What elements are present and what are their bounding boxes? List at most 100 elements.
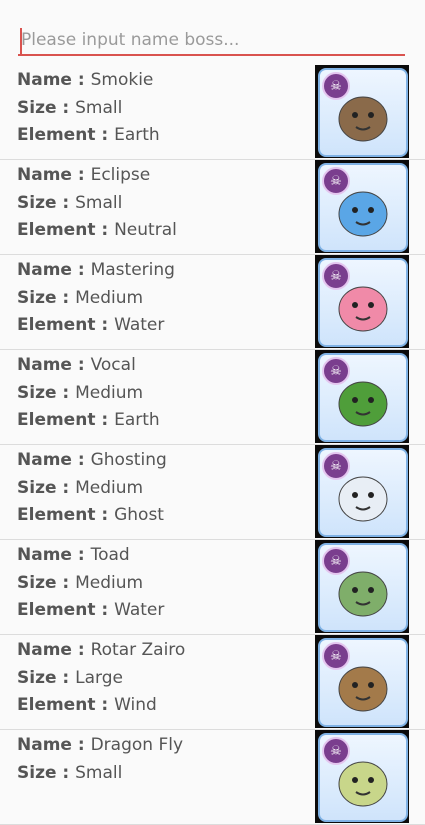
- boss-size-value: Medium: [75, 572, 144, 593]
- boss-name-line: Name : Ghosting: [17, 447, 167, 475]
- boss-info: Name : Mastering Size : Medium Element : W…: [17, 257, 175, 340]
- boss-size-value: Small: [75, 97, 123, 118]
- boss-info: Name : Eclipse Size : Small Element : Neut…: [17, 162, 177, 245]
- label-separator: :: [71, 260, 91, 280]
- boss-element-value: Water: [114, 315, 165, 335]
- search-input[interactable]: [18, 26, 405, 56]
- label-separator: :: [71, 545, 91, 565]
- boss-element-line: Element : Neutral: [17, 217, 177, 245]
- boss-size-label: Size: [17, 287, 57, 308]
- boss-size-label: Size: [17, 382, 57, 403]
- mvp-skull-badge-icon: ☠: [322, 547, 350, 575]
- boss-list-item[interactable]: Name : Ghosting Size : Medium Element : Gh…: [0, 445, 425, 540]
- boss-name-label: Name: [17, 70, 72, 90]
- boss-element-label: Element: [17, 125, 96, 145]
- thumbnail-frame: ☠: [318, 543, 408, 632]
- boss-size-line: Size : Medium: [17, 380, 160, 408]
- thumbnail-frame: ☠: [318, 638, 408, 727]
- mvp-skull-badge-icon: ☠: [322, 72, 350, 100]
- boss-info: Name : Vocal Size : Medium Element : Earth: [17, 352, 160, 435]
- boss-size-label: Size: [17, 477, 57, 498]
- boss-list-item[interactable]: Name : Smokie Size : Small Element : Earth…: [0, 65, 425, 160]
- label-separator: :: [71, 355, 91, 375]
- boss-size-value: Large: [75, 667, 123, 688]
- boss-thumbnail[interactable]: ☠: [315, 445, 409, 538]
- label-separator: :: [56, 762, 76, 783]
- boss-name-value: Rotar Zairo: [90, 640, 186, 660]
- boss-size-line: Size : Small: [17, 190, 177, 218]
- boss-info: Name : Ghosting Size : Medium Element : Gh…: [17, 447, 167, 530]
- boss-info: Name : Smokie Size : Small Element : Earth: [17, 67, 160, 150]
- boss-size-line: Size : Large: [17, 665, 185, 693]
- boss-name-line: Name : Vocal: [17, 352, 160, 380]
- boss-size-label: Size: [17, 572, 57, 593]
- boss-element-label: Element: [17, 410, 96, 430]
- boss-element-value: Water: [114, 600, 165, 620]
- boss-thumbnail[interactable]: ☠: [315, 635, 409, 728]
- boss-name-label: Name: [17, 450, 72, 470]
- label-separator: :: [56, 97, 76, 118]
- boss-element-value: Ghost: [114, 505, 164, 525]
- boss-name-line: Name : Rotar Zairo: [17, 637, 185, 665]
- boss-list-item[interactable]: Name : Toad Size : Medium Element : Water ☠: [0, 540, 425, 635]
- boss-list: Name : Smokie Size : Small Element : Earth…: [0, 65, 425, 825]
- boss-element-value: Wind: [114, 695, 157, 715]
- boss-size-value: Small: [75, 762, 123, 783]
- boss-list-item[interactable]: Name : Eclipse Size : Small Element : Neut…: [0, 160, 425, 255]
- boss-name-line: Name : Mastering: [17, 257, 175, 285]
- boss-thumbnail[interactable]: ☠: [315, 65, 409, 158]
- mvp-skull-badge-icon: ☠: [322, 357, 350, 385]
- boss-element-line: Element : Wind: [17, 692, 185, 720]
- label-separator: :: [56, 572, 76, 593]
- boss-name-value: Mastering: [90, 260, 175, 280]
- label-separator: :: [56, 477, 76, 498]
- boss-size-line: Size : Medium: [17, 475, 167, 503]
- label-separator: :: [56, 192, 76, 213]
- boss-size-line: Size : Medium: [17, 285, 175, 313]
- boss-size-value: Medium: [75, 477, 144, 498]
- boss-element-line: Element : Water: [17, 597, 164, 625]
- boss-element-value: Earth: [114, 125, 160, 145]
- mvp-skull-badge-icon: ☠: [322, 452, 350, 480]
- boss-list-item[interactable]: Name : Vocal Size : Medium Element : Earth…: [0, 350, 425, 445]
- boss-name-label: Name: [17, 735, 72, 755]
- boss-thumbnail[interactable]: ☠: [315, 540, 409, 633]
- boss-list-item[interactable]: Name : Dragon Fly Size : Small ☠: [0, 730, 425, 825]
- boss-thumbnail[interactable]: ☠: [315, 730, 409, 823]
- boss-name-line: Name : Eclipse: [17, 162, 177, 190]
- boss-name-value: Dragon Fly: [90, 735, 184, 755]
- boss-element-line: Element : Earth: [17, 122, 160, 150]
- label-separator: :: [95, 125, 115, 145]
- mvp-skull-badge-icon: ☠: [322, 737, 350, 765]
- boss-name-label: Name: [17, 260, 72, 280]
- label-separator: :: [95, 695, 115, 715]
- label-separator: :: [95, 505, 115, 525]
- boss-size-line: Size : Small: [17, 760, 183, 788]
- boss-thumbnail[interactable]: ☠: [315, 255, 409, 348]
- boss-size-line: Size : Small: [17, 95, 160, 123]
- label-separator: :: [71, 70, 91, 90]
- boss-element-line: Element : Ghost: [17, 502, 167, 530]
- label-separator: :: [56, 287, 76, 308]
- text-cursor: [20, 28, 22, 54]
- thumbnail-frame: ☠: [318, 448, 408, 537]
- boss-element-label: Element: [17, 600, 96, 620]
- boss-name-line: Name : Toad: [17, 542, 164, 570]
- boss-element-label: Element: [17, 315, 96, 335]
- mvp-skull-badge-icon: ☠: [322, 642, 350, 670]
- boss-element-label: Element: [17, 695, 96, 715]
- boss-thumbnail[interactable]: ☠: [315, 350, 409, 443]
- boss-element-label: Element: [17, 505, 96, 525]
- label-separator: :: [71, 165, 91, 185]
- thumbnail-frame: ☠: [318, 353, 408, 442]
- boss-list-item[interactable]: Name : Mastering Size : Medium Element : W…: [0, 255, 425, 350]
- boss-element-line: Element : Earth: [17, 407, 160, 435]
- thumbnail-frame: ☠: [318, 258, 408, 347]
- boss-list-item[interactable]: Name : Rotar Zairo Size : Large Element : …: [0, 635, 425, 730]
- label-separator: :: [95, 220, 115, 240]
- label-separator: :: [71, 735, 91, 755]
- boss-element-value: Earth: [114, 410, 160, 430]
- boss-name-value: Ghosting: [90, 450, 167, 470]
- boss-name-value: Toad: [90, 545, 130, 565]
- boss-thumbnail[interactable]: ☠: [315, 160, 409, 253]
